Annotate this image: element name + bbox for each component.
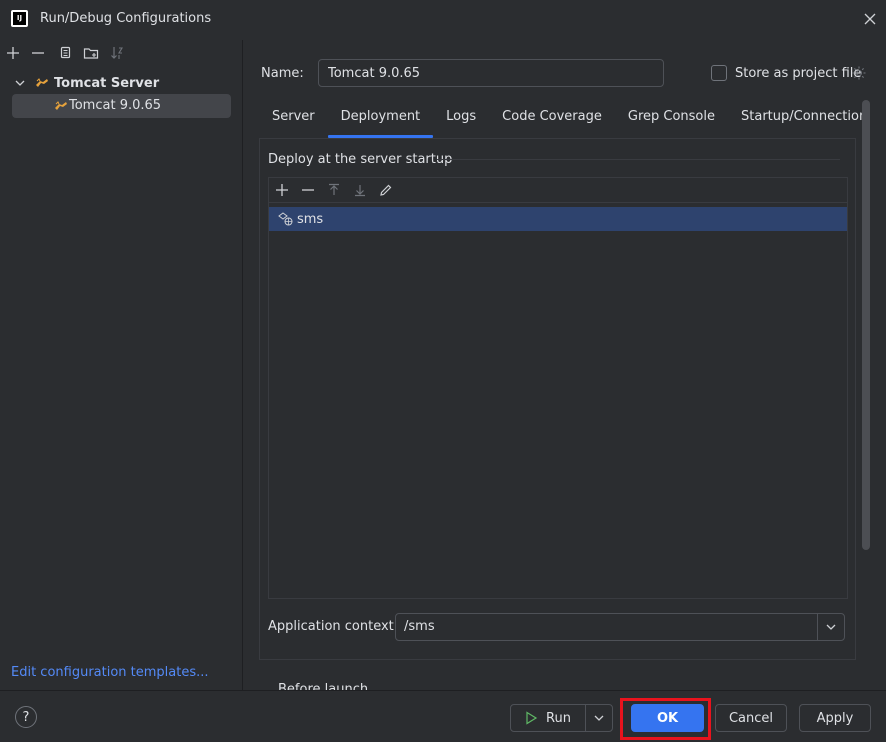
application-context-label: Application context: xyxy=(268,619,399,634)
tab-startup-connection[interactable]: Startup/Connection xyxy=(728,100,880,138)
move-down-icon xyxy=(355,185,365,197)
window-title: Run/Debug Configurations xyxy=(40,11,212,26)
artifact-row[interactable]: sms xyxy=(269,207,847,231)
move-up-icon xyxy=(329,183,339,195)
add-artifact-icon[interactable] xyxy=(274,182,290,198)
run-button-label: Run xyxy=(546,710,571,726)
add-icon[interactable] xyxy=(5,45,21,61)
chevron-down-icon[interactable] xyxy=(823,619,839,635)
store-as-project-file-checkbox[interactable] xyxy=(711,65,727,81)
app-icon-text: IJ xyxy=(13,12,26,25)
cancel-button[interactable]: Cancel xyxy=(715,704,787,732)
application-context-combobox[interactable] xyxy=(395,613,845,641)
new-folder-icon[interactable] xyxy=(83,45,99,61)
gear-icon[interactable] xyxy=(851,65,867,81)
name-input[interactable] xyxy=(318,59,664,87)
config-tabs: Server Deployment Logs Code Coverage Gre… xyxy=(259,100,880,138)
apply-button[interactable]: Apply xyxy=(799,704,871,732)
application-context-value[interactable]: /sms xyxy=(404,619,435,634)
ok-button-highlight xyxy=(620,698,711,740)
tomcat-icon xyxy=(36,78,48,87)
tree-item-label: Tomcat 9.0.65 xyxy=(69,98,162,113)
run-button[interactable]: Run xyxy=(511,705,585,731)
tab-server[interactable]: Server xyxy=(259,100,328,138)
before-launch-peek: Before launch xyxy=(278,683,378,690)
configurations-sidebar xyxy=(0,40,243,690)
chevron-down-icon[interactable] xyxy=(14,77,26,89)
scrollbar[interactable] xyxy=(862,100,870,550)
tree-group-label: Tomcat Server xyxy=(54,75,160,91)
edit-pencil-icon[interactable] xyxy=(378,182,394,198)
section-title: Deploy at the server startup xyxy=(268,152,453,167)
play-icon xyxy=(526,711,538,725)
combobox-divider xyxy=(817,614,818,640)
store-as-project-file-label[interactable]: Store as project file xyxy=(735,66,861,81)
chevron-down-icon[interactable] xyxy=(591,710,607,726)
close-icon[interactable] xyxy=(862,11,878,27)
tab-code-coverage[interactable]: Code Coverage xyxy=(489,100,615,138)
tab-grep-console[interactable]: Grep Console xyxy=(615,100,728,138)
copy-icon[interactable] xyxy=(57,45,73,61)
artifact-label: sms xyxy=(297,211,324,227)
tab-deployment[interactable]: Deployment xyxy=(327,100,434,138)
tab-logs[interactable]: Logs xyxy=(433,100,489,138)
sort-icon xyxy=(111,47,123,59)
war-artifact-icon xyxy=(278,212,293,226)
edit-templates-link[interactable]: Edit configuration templates... xyxy=(11,665,209,680)
tree-node-tomcat-server[interactable]: Tomcat Server xyxy=(14,73,159,93)
help-button[interactable]: ? xyxy=(15,706,37,728)
intellij-app-icon: IJ xyxy=(11,10,28,27)
remove-artifact-icon[interactable] xyxy=(300,182,316,198)
tree-node-tomcat-config[interactable]: Tomcat 9.0.65 xyxy=(12,94,231,118)
remove-icon[interactable] xyxy=(30,45,46,61)
name-label: Name: xyxy=(261,66,304,81)
tomcat-icon xyxy=(55,101,67,110)
run-button-divider xyxy=(585,705,586,731)
deployment-list xyxy=(268,177,848,599)
section-divider xyxy=(437,159,840,160)
